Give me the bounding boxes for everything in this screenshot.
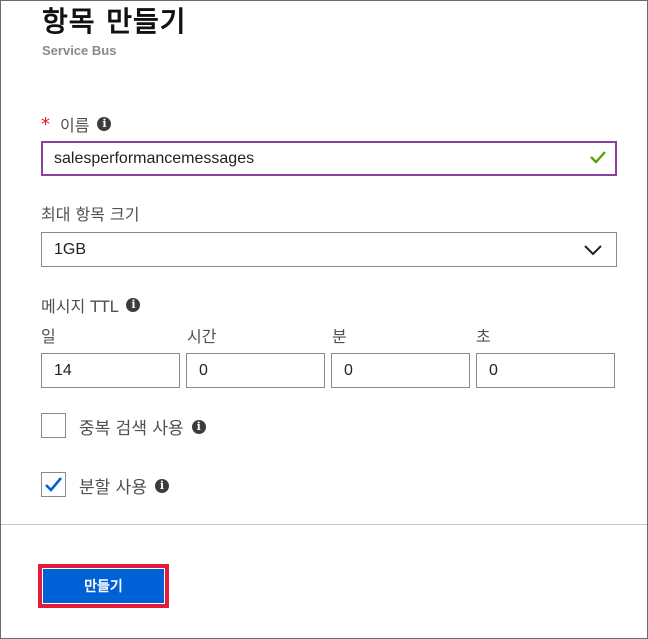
partitioning-checkbox[interactable]	[41, 472, 66, 497]
create-button[interactable]: 만들기	[43, 569, 164, 603]
checkmark-icon	[589, 149, 607, 170]
ttl-seconds-label: 초	[476, 327, 491, 346]
chevron-down-icon	[584, 243, 602, 261]
page-subtitle: Service Bus	[42, 43, 117, 58]
info-icon[interactable]: i	[97, 117, 112, 131]
panel-header: 항목 만들기 Service Bus	[42, 3, 187, 58]
name-input-value: salesperformancemessages	[54, 149, 255, 167]
ttl-seconds-input[interactable]: 0	[476, 353, 615, 388]
ttl-days-value: 14	[54, 361, 72, 379]
required-marker: *	[41, 113, 50, 135]
ttl-label-row: 메시지 TTL i	[41, 293, 141, 317]
max-size-label-row: 최대 항목 크기	[41, 201, 140, 225]
name-label: 이름	[60, 116, 90, 135]
ttl-days-label: 일	[41, 327, 56, 346]
create-queue-panel: 항목 만들기 Service Bus * 이름 i salesperforman…	[0, 0, 648, 639]
ttl-hours-input[interactable]: 0	[186, 353, 325, 388]
page-title: 항목 만들기	[42, 5, 187, 38]
max-size-select[interactable]: 1GB	[41, 232, 617, 267]
ttl-seconds-value: 0	[489, 361, 498, 379]
max-size-label: 최대 항목 크기	[41, 205, 140, 224]
ttl-minutes-input[interactable]: 0	[331, 353, 470, 388]
partitioning-label: 분할 사용	[79, 478, 147, 498]
duplicate-detection-label-row: 중복 검색 사용 i	[79, 414, 206, 439]
name-input[interactable]: salesperformancemessages	[41, 141, 617, 176]
duplicate-detection-checkbox[interactable]	[41, 413, 66, 438]
ttl-minutes-label: 분	[332, 327, 347, 346]
checkbox-check-icon	[45, 477, 62, 492]
ttl-label: 메시지 TTL	[41, 297, 119, 316]
footer-divider	[1, 524, 647, 525]
duplicate-detection-label: 중복 검색 사용	[79, 419, 184, 439]
info-icon[interactable]: i	[191, 419, 206, 434]
ttl-hours-label: 시간	[187, 327, 217, 346]
name-label-row: * 이름 i	[41, 112, 112, 136]
info-icon[interactable]: i	[154, 478, 169, 493]
info-icon[interactable]: i	[126, 298, 141, 312]
partitioning-label-row: 분할 사용 i	[79, 473, 169, 498]
ttl-hours-value: 0	[199, 361, 208, 379]
ttl-days-input[interactable]: 14	[41, 353, 180, 388]
ttl-minutes-value: 0	[344, 361, 353, 379]
max-size-value: 1GB	[54, 240, 87, 258]
